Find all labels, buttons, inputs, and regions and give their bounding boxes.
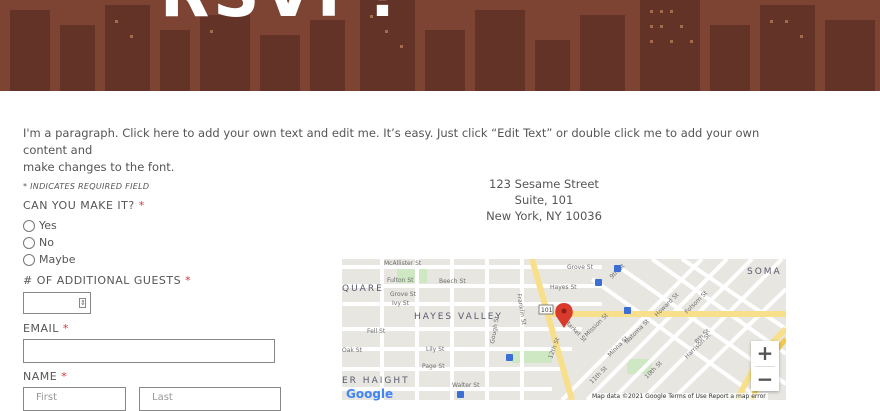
- attendance-label-text: CAN YOU MAKE IT?: [23, 199, 135, 212]
- radio-label: Yes: [39, 219, 57, 232]
- intro-line-1: I'm a paragraph. Click here to add your …: [23, 126, 760, 157]
- name-label: NAME *: [23, 370, 67, 383]
- required-star: *: [62, 322, 69, 335]
- google-map[interactable]: McAllister St Fulton St Grove St Ivy St …: [342, 259, 786, 400]
- city-skyline-image: [0, 0, 880, 91]
- attendance-label: CAN YOU MAKE IT? *: [23, 199, 145, 212]
- last-name-field[interactable]: Last: [139, 387, 281, 411]
- guests-label: # OF ADDITIONAL GUESTS *: [23, 274, 191, 287]
- radio-option-no[interactable]: No: [23, 236, 54, 249]
- hero-banner: RSVP!: [0, 0, 880, 91]
- neighborhood-label: QUARE: [342, 284, 384, 294]
- map-label: Oak St: [342, 347, 363, 354]
- guests-number-input[interactable]: ⇕: [23, 292, 91, 314]
- map-label: Fell St: [367, 328, 386, 335]
- map-zoom-control[interactable]: + −: [751, 341, 779, 391]
- google-logo[interactable]: Google: [346, 387, 393, 401]
- guests-label-text: # OF ADDITIONAL GUESTS: [23, 274, 182, 287]
- intro-paragraph: I'm a paragraph. Click here to add your …: [23, 125, 803, 176]
- radio-button[interactable]: [23, 219, 35, 232]
- required-star: *: [61, 370, 68, 383]
- zoom-in-button[interactable]: +: [751, 341, 779, 366]
- map-attribution[interactable]: Map data ©2021 Google Terms of Use Repor…: [590, 393, 768, 400]
- map-label: Walter St: [452, 382, 480, 389]
- neighborhood-label: ER HAIGHT: [342, 376, 410, 386]
- name-label-text: NAME: [23, 370, 58, 383]
- map-label: Beech St: [439, 278, 466, 285]
- intro-line-2: make changes to the font.: [23, 160, 175, 174]
- map-park: [512, 349, 552, 363]
- map-label: Fulton St: [387, 277, 414, 284]
- radio-option-maybe[interactable]: Maybe: [23, 253, 76, 266]
- required-star: *: [185, 274, 192, 287]
- address-line-1: 123 Sesame Street: [489, 177, 599, 191]
- map-label: Lily St: [426, 346, 445, 353]
- map-label: Grove St: [567, 264, 594, 271]
- first-name-field[interactable]: First: [23, 387, 126, 411]
- radio-button[interactable]: [23, 236, 35, 249]
- radio-button[interactable]: [23, 253, 35, 266]
- hero-title: RSVP!: [160, 0, 401, 32]
- address-line-3: New York, NY 10036: [486, 209, 602, 223]
- map-label: Page St: [422, 363, 445, 370]
- radio-label: No: [39, 236, 54, 249]
- required-star: *: [138, 199, 145, 212]
- map-label: Grove St: [390, 291, 417, 298]
- required-field-note: * INDICATES REQUIRED FIELD: [23, 182, 150, 191]
- radio-label: Maybe: [39, 253, 76, 266]
- email-label: EMAIL *: [23, 322, 69, 335]
- email-label-text: EMAIL: [23, 322, 59, 335]
- venue-address: 123 Sesame Street Suite, 101 New York, N…: [444, 176, 644, 224]
- stepper-arrows-icon[interactable]: ⇕: [79, 298, 86, 308]
- map-label: Hayes St: [550, 284, 577, 291]
- map-label: McAllister St: [384, 260, 422, 267]
- zoom-out-button[interactable]: −: [751, 367, 779, 392]
- neighborhood-label: HAYES VALLEY: [414, 312, 503, 322]
- neighborhood-label: SOMA: [747, 267, 782, 277]
- svg-text:101: 101: [541, 307, 553, 314]
- google-logo-text: Google: [346, 387, 394, 401]
- radio-option-yes[interactable]: Yes: [23, 219, 57, 232]
- map-label: Ivy St: [392, 300, 410, 307]
- email-field[interactable]: [23, 339, 275, 363]
- address-line-2: Suite, 101: [514, 193, 574, 207]
- highway-shield-icon: 101: [538, 304, 554, 315]
- map-canvas[interactable]: McAllister St Fulton St Grove St Ivy St …: [342, 259, 786, 400]
